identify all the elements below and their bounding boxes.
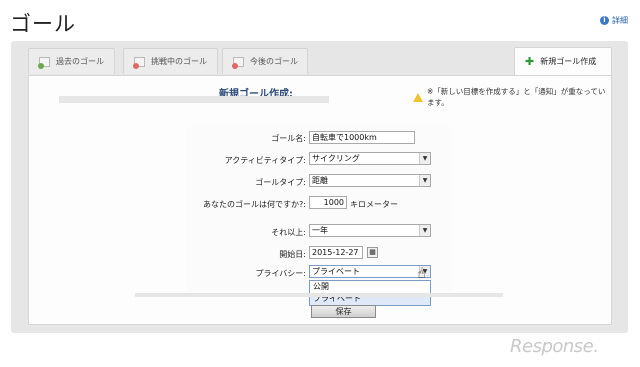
- activity-type-select[interactable]: サイクリング ▼: [309, 152, 431, 165]
- warning-text: ※「新しい目標を作成する」と「通知」が重なっています。: [427, 87, 606, 107]
- help-link[interactable]: i 詳細: [600, 15, 628, 26]
- goal-name-input[interactable]: 自転車で1000km: [309, 131, 415, 144]
- warning-icon: [413, 92, 423, 102]
- duration-select[interactable]: 一年 ▼: [309, 224, 431, 237]
- tab-active-goals[interactable]: 挑戦中のゴール: [123, 48, 218, 74]
- goal-type-select[interactable]: 距離 ▼: [309, 174, 431, 187]
- goal-name-label: ゴール名:: [271, 134, 306, 143]
- chevron-down-icon: ▼: [419, 175, 430, 186]
- chevron-down-icon: ▼: [419, 153, 430, 164]
- watermark-logo: Response.: [510, 336, 599, 357]
- duration-value: 一年: [312, 226, 328, 235]
- tab-past-goals[interactable]: 過去のゴール: [28, 48, 115, 74]
- divider: [59, 96, 329, 103]
- plus-icon: ✚: [525, 55, 535, 68]
- warning-message: ※「新しい目標を作成する」と「通知」が重なっています。: [413, 86, 611, 108]
- privacy-select[interactable]: プライベート ▼: [309, 265, 431, 278]
- goal-past-icon: [38, 56, 50, 69]
- calendar-icon[interactable]: ▦: [367, 247, 378, 258]
- tab-label: 今後のゴール: [250, 57, 298, 66]
- target-unit: キロメーター: [350, 200, 398, 209]
- save-button[interactable]: 保存: [311, 305, 376, 318]
- tab-label: 挑戦中のゴール: [151, 57, 207, 66]
- target-label: あなたのゴールは何ですか?:: [203, 200, 306, 209]
- page-title: ゴール: [10, 12, 76, 36]
- goal-active-icon: [133, 56, 145, 69]
- privacy-value: プライベート: [312, 267, 360, 276]
- help-link-label: 詳細: [612, 16, 628, 25]
- activity-type-label: アクティビティタイプ:: [224, 156, 306, 165]
- start-date-label: 開始日:: [279, 250, 306, 259]
- start-date-input[interactable]: 2015-12-27: [309, 246, 363, 259]
- goal-type-label: ゴールタイプ:: [255, 178, 306, 187]
- target-input[interactable]: 1000: [309, 196, 347, 209]
- tab-new-goal[interactable]: ✚ 新規ゴール作成: [514, 47, 612, 75]
- tab-label: 新規ゴール作成: [540, 57, 597, 66]
- tab-future-goals[interactable]: 今後のゴール: [222, 48, 308, 74]
- chevron-down-icon: ▼: [419, 225, 430, 236]
- goal-future-icon: [232, 56, 244, 69]
- goal-type-value: 距離: [312, 176, 328, 185]
- info-icon: i: [600, 16, 609, 25]
- tab-label: 過去のゴール: [56, 57, 104, 66]
- privacy-label: プライバシー:: [255, 269, 306, 278]
- divider: [135, 293, 503, 297]
- more-than-label: それ以上:: [271, 228, 306, 237]
- activity-type-value: サイクリング: [312, 154, 360, 163]
- privacy-option-public[interactable]: 公開: [310, 281, 430, 293]
